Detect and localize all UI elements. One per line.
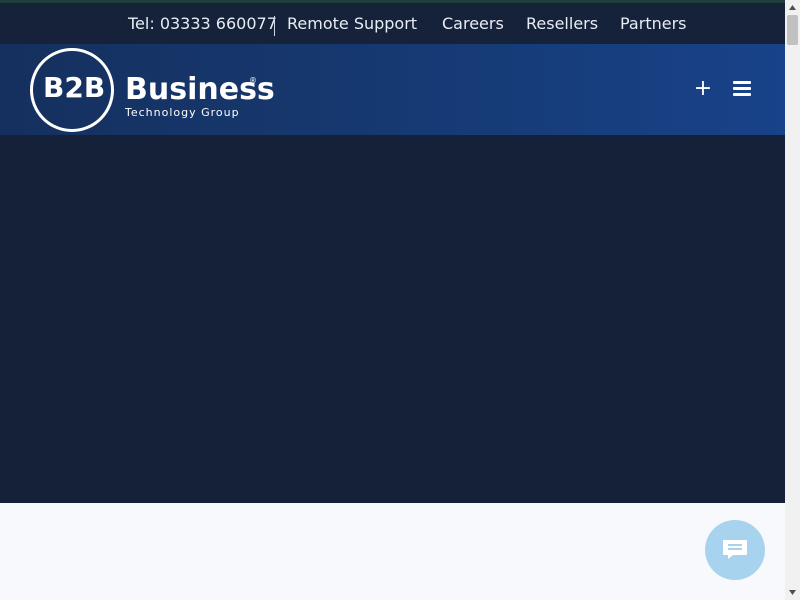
menu-line-middle	[733, 87, 751, 90]
logo-tagline: Technology Group	[125, 106, 240, 119]
registered-mark: ®	[249, 76, 257, 85]
scroll-down-arrow-icon[interactable]	[785, 585, 800, 600]
topbar-separator	[274, 16, 275, 36]
plus-icon[interactable]: +	[692, 76, 714, 102]
resellers-link[interactable]: Resellers	[526, 13, 598, 35]
partners-link[interactable]: Partners	[620, 13, 686, 35]
remote-support-link[interactable]: Remote Support	[287, 13, 417, 35]
menu-line-bottom	[733, 93, 751, 96]
vertical-scrollbar[interactable]	[785, 0, 800, 600]
logo-mark: B2B	[43, 71, 106, 104]
phone-link[interactable]: Tel: 03333 660077	[128, 13, 277, 35]
company-logo[interactable]: B2B Business ® Technology Group	[30, 48, 275, 132]
scrollbar-thumb[interactable]	[787, 15, 798, 45]
menu-line-top	[733, 81, 751, 84]
page-viewport: Tel: 03333 660077 Remote Support Careers…	[0, 0, 785, 600]
content-section	[0, 503, 785, 600]
hero-section	[0, 135, 785, 503]
chat-bubble-icon	[723, 540, 747, 559]
hamburger-menu-icon[interactable]	[733, 79, 753, 99]
scroll-up-arrow-icon[interactable]	[785, 0, 800, 15]
careers-link[interactable]: Careers	[442, 13, 504, 35]
top-bar: Tel: 03333 660077 Remote Support Careers…	[0, 3, 785, 44]
chat-button[interactable]	[705, 520, 765, 580]
